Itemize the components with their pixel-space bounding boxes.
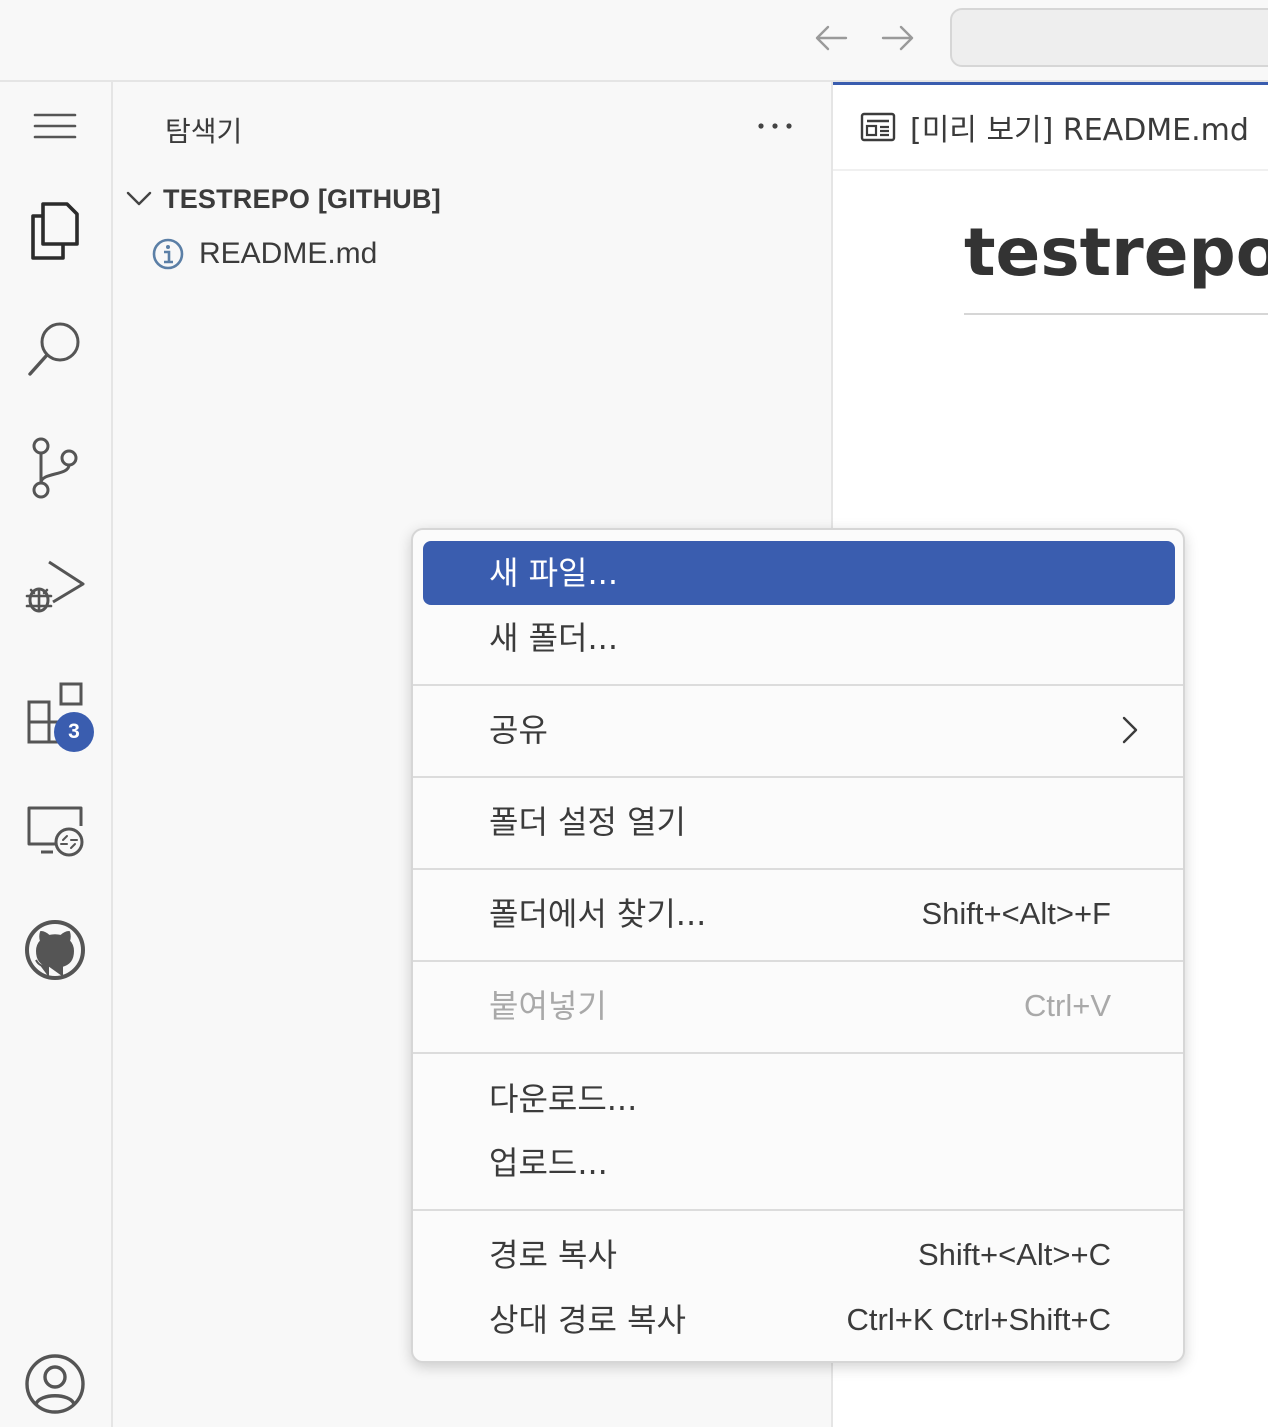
heading-rule: [964, 313, 1268, 315]
menu-separator: [413, 1209, 1183, 1211]
menu-item-find-in-folder[interactable]: 폴더에서 찾기... Shift+<Alt>+F: [423, 882, 1175, 946]
ellipsis-icon: [758, 123, 792, 129]
run-debug-button[interactable]: [17, 548, 93, 624]
search-button[interactable]: [17, 310, 93, 386]
menu-item-label: 상대 경로 복사: [489, 1301, 686, 1339]
hamburger-menu-icon: [33, 113, 77, 139]
tab-label: [미리 보기] README.md: [910, 113, 1249, 148]
github-button[interactable]: [17, 912, 93, 988]
extensions-badge: 3: [54, 712, 94, 752]
menu-item-shortcut: Shift+<Alt>+F: [921, 896, 1111, 931]
back-button[interactable]: [812, 18, 852, 58]
menu-item-label: 폴더에서 찾기...: [489, 895, 707, 933]
menu-item-label: 경로 복사: [489, 1236, 617, 1274]
preview-heading: testrepo: [964, 214, 1268, 291]
menu-item-new-file[interactable]: 새 파일...: [423, 541, 1175, 605]
menu-button[interactable]: [17, 88, 93, 164]
menu-item-label: 공유: [489, 711, 548, 749]
menu-item-copy-path[interactable]: 경로 복사 Shift+<Alt>+C: [423, 1223, 1175, 1287]
run-debug-icon: [25, 560, 85, 613]
menu-item-label: 붙여넣기: [489, 987, 607, 1025]
title-bar: [0, 0, 1268, 82]
menu-item-copy-relative-path[interactable]: 상대 경로 복사 Ctrl+K Ctrl+Shift+C: [423, 1288, 1175, 1352]
menu-item-label: 다운로드...: [489, 1080, 638, 1118]
source-control-button[interactable]: [17, 430, 93, 506]
remote-explorer-button[interactable]: [17, 794, 93, 870]
menu-item-shortcut: Shift+<Alt>+C: [917, 1237, 1111, 1272]
menu-item-open-folder-settings[interactable]: 폴더 설정 열기: [423, 790, 1175, 854]
menu-item-share[interactable]: 공유: [423, 698, 1175, 762]
chevron-right-icon: [1122, 716, 1138, 744]
preview-icon: [860, 112, 896, 142]
menu-item-shortcut: Ctrl+K Ctrl+Shift+C: [846, 1302, 1111, 1337]
files-icon: [31, 202, 79, 260]
activity-bar: 3: [0, 82, 113, 1427]
file-row[interactable]: README.md: [151, 232, 377, 276]
menu-separator: [413, 1052, 1183, 1054]
menu-separator: [413, 684, 1183, 686]
menu-item-paste[interactable]: 붙여넣기 Ctrl+V: [423, 974, 1175, 1038]
remote-explorer-icon: [27, 806, 84, 857]
tab-readme-preview[interactable]: [미리 보기] README.md: [833, 82, 1268, 169]
sidebar-title: 탐색기: [165, 115, 243, 148]
menu-item-shortcut: Ctrl+V: [1024, 988, 1111, 1023]
accounts-button[interactable]: [17, 1346, 93, 1422]
folder-row[interactable]: TESTREPO [GITHUB]: [125, 179, 441, 219]
menu-item-label: 새 파일...: [489, 554, 619, 592]
github-icon: [25, 920, 85, 980]
explorer-button[interactable]: [17, 192, 93, 268]
menu-separator: [413, 868, 1183, 870]
menu-separator: [413, 776, 1183, 778]
menu-item-upload[interactable]: 업로드...: [423, 1131, 1175, 1195]
context-menu: 새 파일... 새 폴더... 공유 폴더 설정 열기 폴더에서 찾기... S…: [411, 528, 1185, 1363]
chevron-down-icon: [126, 191, 152, 206]
account-icon: [25, 1354, 85, 1414]
menu-item-label: 업로드...: [489, 1144, 608, 1182]
folder-label: TESTREPO [GITHUB]: [163, 183, 441, 214]
menu-item-new-folder[interactable]: 새 폴더...: [423, 606, 1175, 670]
search-icon: [28, 322, 80, 376]
file-label: README.md: [199, 237, 378, 270]
menu-item-label: 폴더 설정 열기: [489, 803, 686, 841]
tab-strip-divider: [833, 169, 1268, 171]
info-icon: [152, 238, 184, 270]
more-actions-button[interactable]: [753, 106, 797, 146]
command-center[interactable]: [950, 8, 1268, 67]
source-control-icon: [32, 437, 78, 499]
forward-button[interactable]: [877, 18, 917, 58]
arrow-right-icon: [881, 25, 914, 51]
menu-item-label: 새 폴더...: [489, 619, 619, 657]
menu-separator: [413, 960, 1183, 962]
menu-item-download[interactable]: 다운로드...: [423, 1067, 1175, 1131]
arrow-left-icon: [815, 25, 848, 51]
